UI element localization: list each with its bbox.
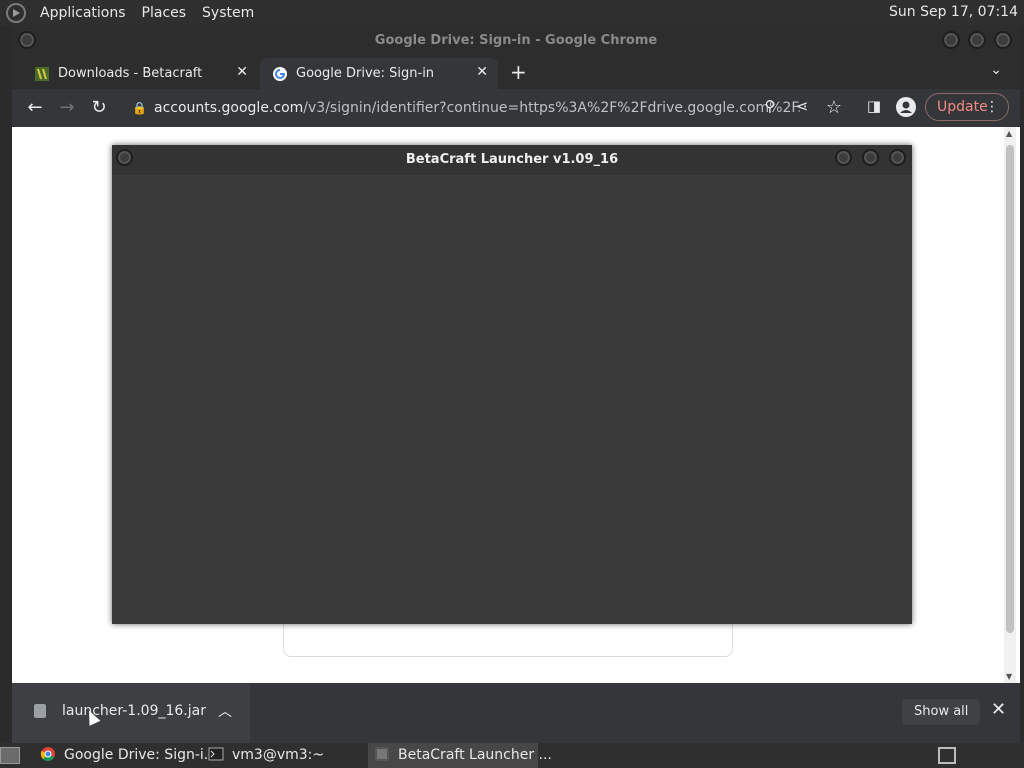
address-host: accounts.google.com bbox=[154, 100, 304, 116]
new-tab-icon[interactable]: + bbox=[510, 60, 527, 84]
tab-search-chevron-icon[interactable]: ⌄ bbox=[990, 62, 1002, 78]
tab-strip: Downloads - Betacraft ✕ Google Drive: Si… bbox=[12, 56, 1020, 89]
download-file-name: launcher-1.09_16.jar bbox=[62, 703, 206, 719]
taskbar-item-label: vm3@vm3:~ bbox=[232, 747, 325, 763]
search-icon[interactable]: ⚲ bbox=[759, 97, 781, 115]
window-title: Google Drive: Sign-in - Google Chrome bbox=[374, 33, 658, 48]
menu-places[interactable]: Places bbox=[134, 5, 195, 21]
show-desktop-icon[interactable] bbox=[0, 747, 20, 764]
betacraft-title: BetaCraft Launcher v1.09_16 bbox=[405, 152, 619, 167]
address-bar[interactable]: 🔒 accounts.google.com/v3/signin/identifi… bbox=[120, 93, 800, 123]
betacraft-window: BetaCraft Launcher v1.09_16 bbox=[112, 145, 912, 624]
window-menu-button[interactable] bbox=[18, 31, 36, 49]
chevron-up-icon[interactable]: ︿ bbox=[218, 701, 232, 721]
minimize-button[interactable] bbox=[942, 31, 960, 49]
menu-system[interactable]: System bbox=[194, 5, 262, 21]
taskbar-item-label: Google Drive: Sign-i... bbox=[64, 747, 218, 763]
reload-icon[interactable]: ↻ bbox=[88, 97, 110, 118]
betacraft-icon bbox=[374, 746, 390, 762]
back-arrow-icon[interactable]: ← bbox=[24, 97, 46, 118]
bookmark-star-icon[interactable]: ☆ bbox=[823, 97, 845, 118]
maximize-button[interactable] bbox=[968, 31, 986, 49]
forward-arrow-icon[interactable]: → bbox=[56, 97, 78, 118]
download-shelf: launcher-1.09_16.jar ︿ Show all ✕ bbox=[12, 683, 1020, 743]
scrollbar-thumb[interactable] bbox=[1006, 145, 1014, 633]
file-icon bbox=[34, 704, 46, 718]
window-titlebar[interactable]: Google Drive: Sign-in - Google Chrome bbox=[12, 25, 1020, 56]
close-tab-icon[interactable]: ✕ bbox=[236, 64, 248, 80]
tab-label: Google Drive: Sign-in bbox=[296, 66, 435, 81]
show-all-button[interactable]: Show all bbox=[902, 699, 981, 725]
chrome-icon bbox=[40, 746, 56, 762]
betacraft-icon bbox=[34, 66, 50, 82]
menu-applications[interactable]: Applications bbox=[32, 5, 134, 21]
side-panel-icon[interactable]: ◨ bbox=[863, 97, 885, 115]
update-button[interactable]: Update ⋮ bbox=[925, 93, 1009, 121]
top-panel: Applications Places System Sun Sep 17, 0… bbox=[0, 0, 1024, 25]
taskbar-item-label: BetaCraft Launcher ... bbox=[398, 747, 552, 763]
taskbar: Google Drive: Sign-i... vm3@vm3:~ BetaCr… bbox=[0, 743, 1024, 768]
workspace-switcher-icon[interactable] bbox=[938, 747, 956, 764]
toolbar: ← → ↻ 🔒 accounts.google.com/v3/signin/id… bbox=[12, 89, 1020, 127]
clock[interactable]: Sun Sep 17, 07:14 bbox=[889, 4, 1018, 20]
address-path: /v3/signin/identifier?continue=https%3A%… bbox=[303, 100, 800, 116]
profile-avatar-icon[interactable] bbox=[895, 97, 917, 122]
scroll-up-icon[interactable]: ▲ bbox=[1006, 129, 1012, 138]
minimize-button[interactable] bbox=[835, 149, 852, 166]
share-icon[interactable]: ⋖ bbox=[791, 97, 813, 115]
close-button[interactable] bbox=[994, 31, 1012, 49]
close-button[interactable] bbox=[889, 149, 906, 166]
maximize-button[interactable] bbox=[862, 149, 879, 166]
distro-logo-icon[interactable] bbox=[6, 2, 26, 23]
scrollbar[interactable]: ▲ ▼ bbox=[1004, 127, 1016, 683]
update-label: Update bbox=[937, 99, 988, 115]
tab-google-drive-signin[interactable]: Google Drive: Sign-in ✕ bbox=[260, 58, 498, 89]
window-menu-button[interactable] bbox=[116, 149, 133, 166]
terminal-icon bbox=[208, 746, 224, 762]
taskbar-item-betacraft[interactable]: BetaCraft Launcher ... bbox=[368, 743, 552, 768]
close-shelf-icon[interactable]: ✕ bbox=[991, 699, 1006, 720]
tab-label: Downloads - Betacraft bbox=[58, 66, 203, 81]
lock-icon: 🔒 bbox=[132, 101, 147, 115]
google-icon bbox=[272, 66, 288, 82]
tab-downloads-betacraft[interactable]: Downloads - Betacraft ✕ bbox=[20, 58, 258, 89]
scroll-down-icon[interactable]: ▼ bbox=[1006, 672, 1012, 681]
betacraft-titlebar[interactable]: BetaCraft Launcher v1.09_16 bbox=[112, 145, 912, 175]
more-menu-icon[interactable]: ⋮ bbox=[985, 94, 999, 120]
close-tab-icon[interactable]: ✕ bbox=[476, 64, 488, 80]
taskbar-item-terminal[interactable]: vm3@vm3:~ bbox=[202, 743, 366, 768]
download-item[interactable]: launcher-1.09_16.jar ︿ bbox=[12, 683, 250, 743]
taskbar-item-chrome[interactable]: Google Drive: Sign-i... bbox=[34, 743, 217, 768]
